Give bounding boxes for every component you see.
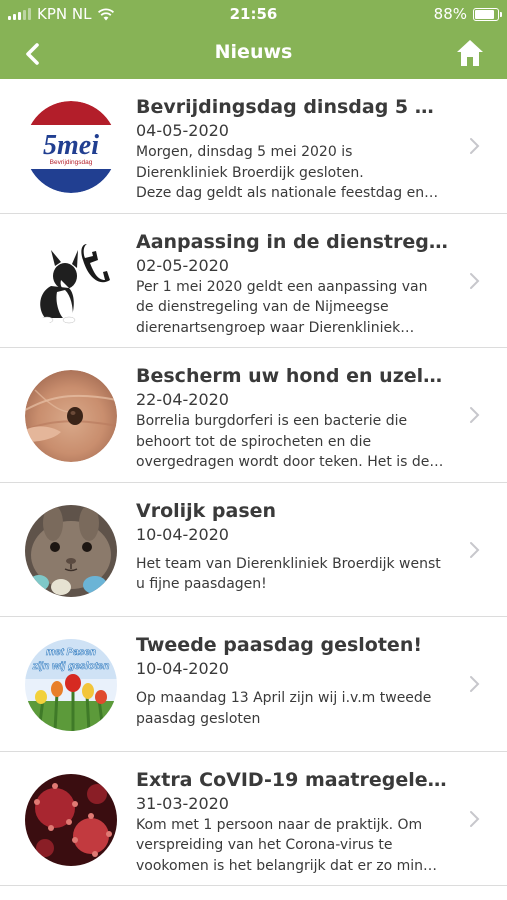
news-date: 10-04-2020 xyxy=(136,524,229,544)
tick-on-dog-thumbnail xyxy=(25,370,117,462)
chevron-right-icon xyxy=(470,676,480,692)
news-item[interactable]: 5mei Bevrijdingsdag Bevrijdingsdag dinsd… xyxy=(0,79,507,214)
news-list: 5mei Bevrijdingsdag Bevrijdingsdag dinsd… xyxy=(0,79,507,886)
news-title: Bevrijdingsdag dinsdag 5 mei i... xyxy=(136,96,448,118)
news-item[interactable]: Vrolijk pasen 10-04-2020 Het team van Di… xyxy=(0,483,507,617)
news-date: 04-05-2020 xyxy=(136,121,229,140)
battery-level xyxy=(475,9,495,19)
chevron-right-icon xyxy=(470,138,480,154)
news-title: Vrolijk pasen xyxy=(136,499,277,522)
news-date: 10-04-2020 xyxy=(136,659,229,678)
thumb-caption: met Pasen xyxy=(46,647,96,658)
news-excerpt: Kom met 1 persoon naar de praktijk. Om v… xyxy=(136,816,424,874)
top-bar: KPN NL 21:56 88% Nieuws xyxy=(0,0,507,79)
5mei-logo-subtext: Bevrijdingsdag xyxy=(50,159,93,166)
news-title: Bescherm uw hond en uzelf te... xyxy=(136,365,448,387)
news-excerpt: Per 1 mei 2020 geldt een aanpassing van … xyxy=(136,278,428,336)
dog-telephone-thumbnail xyxy=(25,235,117,328)
news-date: 22-04-2020 xyxy=(136,390,229,409)
news-excerpt: Het team van Dierenkliniek Broerdijk wen… xyxy=(136,555,441,593)
chevron-right-icon xyxy=(470,407,480,423)
news-date: 02-05-2020 xyxy=(136,255,229,275)
battery-percent: 88% xyxy=(433,5,467,23)
news-item[interactable]: Aanpassing in de dienstregelin... 02-05-… xyxy=(0,214,507,348)
nav-bar: Nieuws xyxy=(0,28,507,79)
news-item[interactable]: met Pasen zijn wij gesloten Tweede paasd… xyxy=(0,617,507,752)
status-bar: KPN NL 21:56 88% xyxy=(0,0,507,28)
news-title: Aanpassing in de dienstregelin... xyxy=(136,230,448,253)
news-title: Tweede paasdag gesloten! xyxy=(136,634,423,656)
5mei-logo-text: 5mei xyxy=(43,130,99,161)
news-item[interactable]: Bescherm uw hond en uzelf te... 22-04-20… xyxy=(0,348,507,483)
coronavirus-thumbnail xyxy=(25,773,117,866)
easter-rabbit-thumbnail xyxy=(25,504,117,597)
page-title: Nieuws xyxy=(214,41,293,63)
chevron-right-icon xyxy=(470,541,480,558)
easter-tulips-thumbnail: met Pasen zijn wij gesloten xyxy=(25,639,117,731)
news-excerpt: Morgen, dinsdag 5 mei 2020 is Dierenklin… xyxy=(136,144,425,201)
news-item[interactable]: Extra CoVID-19 maatregelen bij... 31-03-… xyxy=(0,752,507,886)
news-date: 31-03-2020 xyxy=(136,793,229,813)
battery-icon xyxy=(473,7,502,21)
home-icon[interactable] xyxy=(455,38,485,68)
chevron-right-icon xyxy=(470,272,480,289)
chevron-right-icon xyxy=(470,810,480,827)
news-excerpt: Borrelia burgdorferi is een bacterie die… xyxy=(136,413,430,470)
thumb-caption: zijn wij gesloten xyxy=(32,661,110,672)
news-excerpt: Op maandag 13 April zijn wij i.v.m tweed… xyxy=(136,690,432,727)
news-title: Extra CoVID-19 maatregelen bij... xyxy=(136,768,448,791)
5mei-logo-thumbnail: 5mei Bevrijdingsdag xyxy=(25,101,117,193)
status-time: 21:56 xyxy=(229,5,278,23)
